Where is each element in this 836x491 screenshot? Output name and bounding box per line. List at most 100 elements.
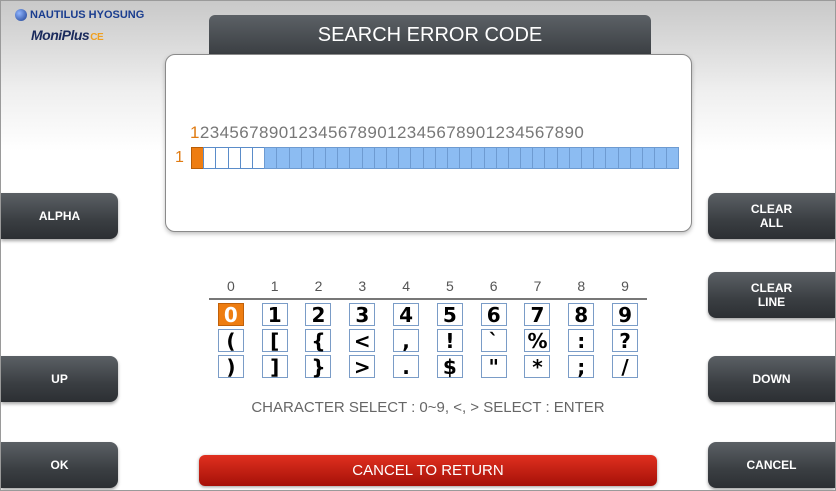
product-text: MoniPlus	[31, 27, 90, 43]
input-cell	[495, 147, 508, 169]
alpha-button[interactable]: ALPHA	[1, 193, 118, 239]
ruler-first-digit: 1	[190, 123, 200, 142]
key-slot: :	[559, 329, 603, 355]
key-slot: ,	[384, 329, 428, 355]
clear-line-button[interactable]: CLEAR LINE	[708, 272, 835, 318]
character-key[interactable]: <	[349, 329, 376, 353]
character-key[interactable]: 5	[436, 303, 463, 327]
input-cell	[654, 147, 667, 169]
cancel-to-return-button[interactable]: CANCEL TO RETURN	[199, 455, 657, 486]
key-slot: %	[516, 329, 560, 355]
character-key[interactable]: [	[261, 329, 288, 353]
key-slot: 4	[384, 303, 428, 329]
character-key[interactable]: 2	[305, 303, 332, 327]
input-cell	[568, 147, 581, 169]
key-slot: 1	[253, 303, 297, 329]
key-slot: ;	[559, 355, 603, 381]
character-key[interactable]: :	[568, 329, 595, 353]
input-cell	[325, 147, 338, 169]
input-cell	[337, 147, 350, 169]
key-slot: <	[340, 329, 384, 355]
down-button[interactable]: DOWN	[708, 356, 835, 402]
character-key[interactable]: 6	[480, 303, 507, 327]
character-key[interactable]: ?	[612, 329, 639, 353]
column-header: 0	[227, 278, 235, 294]
key-slot: }	[297, 355, 341, 381]
column-header: 4	[402, 278, 410, 294]
character-key[interactable]: }	[305, 355, 332, 379]
page-title: SEARCH ERROR CODE	[209, 15, 651, 55]
input-cell	[434, 147, 447, 169]
key-slot: )	[209, 355, 253, 381]
ok-button[interactable]: OK	[1, 442, 118, 488]
key-slot: *	[516, 355, 560, 381]
key-slot: /	[603, 355, 647, 381]
character-key[interactable]: /	[612, 355, 639, 379]
character-key[interactable]: ,	[393, 329, 420, 353]
input-cell	[532, 147, 545, 169]
input-cell	[483, 147, 496, 169]
editor-panel	[165, 54, 692, 232]
character-key[interactable]: ]	[261, 355, 288, 379]
input-cell	[288, 147, 301, 169]
key-slot: 0	[209, 303, 253, 329]
column-ruler: 1234567890123456789012345678901234567890	[190, 123, 584, 143]
character-key[interactable]: ;	[568, 355, 595, 379]
column-header: 6	[489, 278, 498, 294]
character-key[interactable]: 9	[612, 303, 639, 327]
character-key[interactable]: {	[305, 329, 332, 353]
character-key[interactable]: >	[349, 355, 376, 379]
character-key[interactable]: "	[480, 355, 507, 379]
character-key[interactable]: 1	[261, 303, 288, 327]
character-key[interactable]: 4	[393, 303, 420, 327]
key-slot: $	[428, 355, 472, 381]
key-slot: 2	[297, 303, 341, 329]
input-cell	[276, 147, 289, 169]
clear-all-button[interactable]: CLEAR ALL	[708, 193, 835, 239]
input-cells[interactable]	[191, 147, 679, 169]
input-cell	[251, 147, 265, 169]
input-cell	[264, 147, 277, 169]
input-cell	[556, 147, 569, 169]
key-slot: (	[209, 329, 253, 355]
column-header: 9	[621, 278, 629, 294]
input-cell	[398, 147, 411, 169]
character-key[interactable]: 0	[217, 303, 244, 327]
character-key[interactable]: 8	[568, 303, 595, 327]
column-header: 8	[577, 278, 586, 294]
key-slot: >	[340, 355, 384, 381]
character-key[interactable]: 7	[524, 303, 551, 327]
column-header: 1	[270, 278, 279, 294]
character-key[interactable]: *	[524, 355, 551, 379]
character-key[interactable]: )	[217, 355, 244, 379]
character-key[interactable]: 3	[349, 303, 376, 327]
character-key[interactable]: $	[436, 355, 463, 379]
key-slot: 6	[472, 303, 516, 329]
input-cell	[361, 147, 374, 169]
character-key[interactable]: !	[436, 329, 463, 353]
character-key[interactable]: `	[480, 329, 507, 353]
column-header: 2	[314, 278, 323, 294]
input-cell	[373, 147, 386, 169]
clear-all-label-1: CLEAR	[750, 202, 793, 216]
input-cell	[422, 147, 435, 169]
clear-line-label-1: CLEAR	[750, 281, 793, 295]
input-cell	[471, 147, 484, 169]
clear-line-label-2: LINE	[757, 295, 786, 309]
character-key[interactable]: %	[524, 329, 551, 353]
key-slot: 8	[559, 303, 603, 329]
globe-icon	[15, 9, 27, 21]
ruler-digits: 234567890123456789012345678901234567890	[199, 123, 585, 142]
keyboard-row: ( [ { <,! `%:?	[209, 329, 647, 355]
cursor-cell	[191, 147, 204, 169]
cancel-button[interactable]: CANCEL	[708, 442, 835, 488]
clear-all-label-2: ALL	[759, 216, 784, 230]
row-number: 1	[175, 149, 184, 166]
key-slot: `	[472, 329, 516, 355]
brand-text: NAUTILUS HYOSUNG	[30, 9, 145, 21]
character-key[interactable]: .	[393, 355, 420, 379]
up-button[interactable]: UP	[1, 356, 118, 402]
column-header: 3	[358, 278, 367, 294]
brand-logo: NAUTILUS HYOSUNG MoniPlusCE	[15, 9, 185, 57]
character-key[interactable]: (	[217, 329, 244, 353]
